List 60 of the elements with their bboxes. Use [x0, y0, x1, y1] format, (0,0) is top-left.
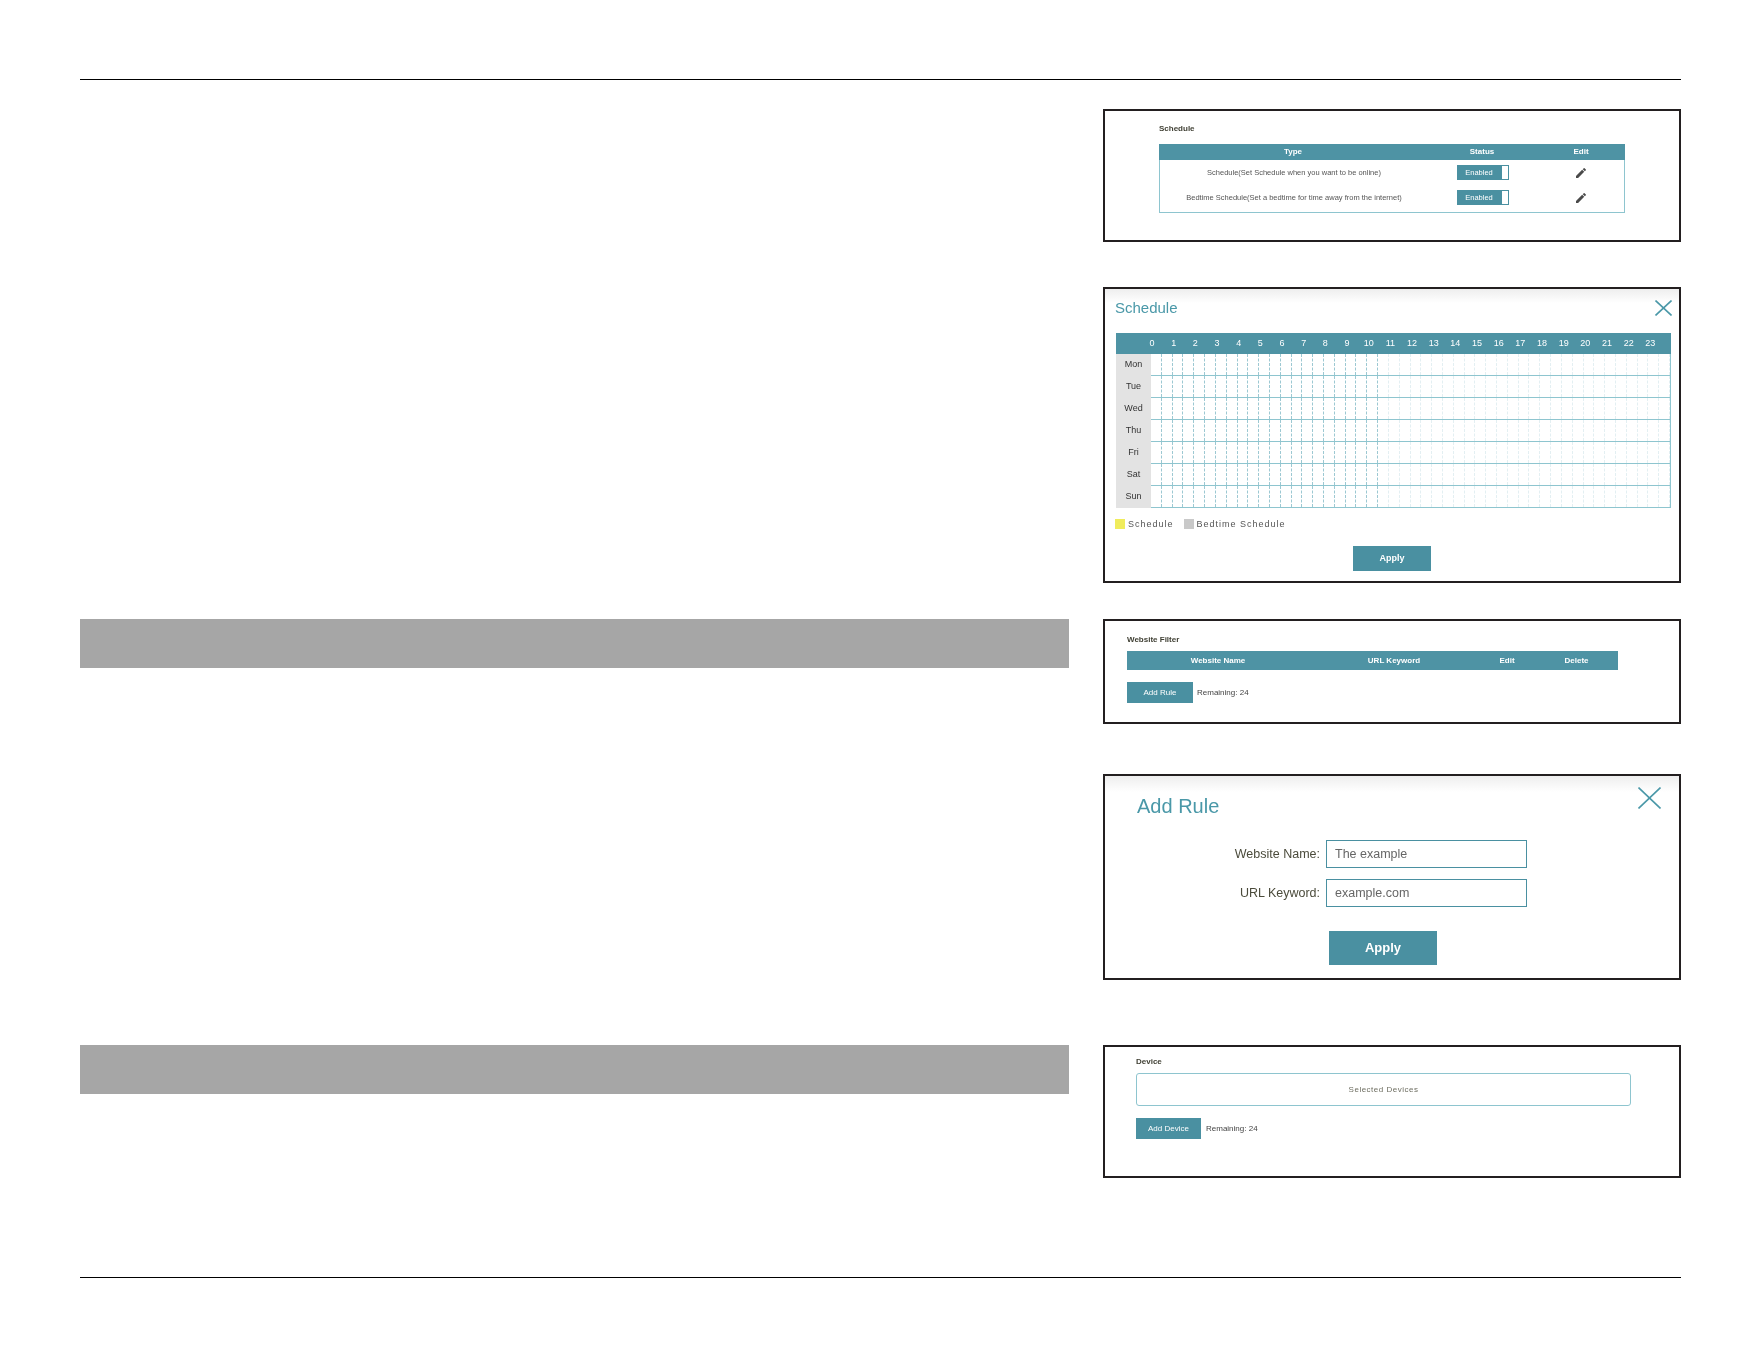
- hour-label: 18: [1537, 339, 1547, 348]
- hour-label: 8: [1322, 339, 1328, 348]
- hour-label: 21: [1602, 339, 1612, 348]
- hour-label: 5: [1257, 339, 1263, 348]
- selected-devices-box: Selected Devices: [1136, 1073, 1631, 1106]
- day-label-cell: Mon: [1116, 354, 1151, 376]
- legend-label: Schedule: [1128, 519, 1174, 529]
- dialog-title: Add Rule: [1137, 794, 1220, 818]
- hour-label: 10: [1363, 339, 1374, 348]
- panel-title: Schedule: [1159, 124, 1195, 134]
- hour-label: 13: [1428, 339, 1439, 348]
- column-header: Website Name: [1190, 656, 1246, 665]
- apply-button[interactable]: Apply: [1329, 931, 1437, 965]
- apply-button[interactable]: Apply: [1353, 546, 1431, 571]
- hour-label: 22: [1623, 339, 1634, 348]
- day-label-cell: Wed: [1116, 398, 1151, 420]
- hour-label: 19: [1558, 339, 1569, 348]
- hour-label: 17: [1515, 339, 1526, 348]
- hour-label: 2: [1192, 339, 1198, 348]
- hour-label: 11: [1385, 339, 1395, 348]
- day-label-cell: Sat: [1116, 464, 1151, 486]
- hour-label: 12: [1407, 339, 1417, 348]
- day-label-cell: Fri: [1116, 442, 1151, 464]
- hour-label: 23: [1645, 339, 1656, 348]
- column-header: URL Keyword: [1367, 656, 1421, 665]
- hour-label: 1: [1171, 339, 1177, 348]
- hour-label: 3: [1214, 339, 1220, 348]
- add-rule-button[interactable]: Add Rule: [1127, 682, 1193, 703]
- panel-title: Device: [1136, 1057, 1162, 1067]
- field-label: Website Name:: [1234, 847, 1320, 861]
- day-label-cell: Thu: [1116, 420, 1151, 442]
- remaining-count: Remaining: 24: [1206, 1122, 1258, 1135]
- hour-label: 15: [1472, 339, 1482, 348]
- hour-label: 7: [1301, 339, 1307, 348]
- close-icon[interactable]: [1638, 787, 1661, 809]
- panel-title: Website Filter: [1127, 635, 1180, 645]
- remaining-count: Remaining: 24: [1197, 686, 1249, 699]
- hour-label: 20: [1580, 339, 1591, 348]
- hour-label: 6: [1279, 339, 1285, 348]
- column-header: Delete: [1564, 656, 1589, 665]
- column-header: Status: [1469, 148, 1495, 156]
- hour-label: 14: [1450, 339, 1461, 348]
- field-label: URL Keyword:: [1239, 886, 1320, 900]
- add-device-button[interactable]: Add Device: [1136, 1118, 1201, 1139]
- hour-label: 9: [1344, 339, 1350, 348]
- text-input-field[interactable]: example.com: [1326, 879, 1527, 907]
- pencil-icon[interactable]: [1576, 192, 1586, 203]
- dialog-title: Schedule: [1115, 299, 1178, 317]
- day-label-cell: Tue: [1116, 376, 1151, 398]
- column-header: Type: [1283, 148, 1303, 156]
- close-icon[interactable]: [1655, 300, 1672, 316]
- hour-label: 0: [1149, 339, 1155, 348]
- day-label-cell: Sun: [1116, 486, 1151, 508]
- legend-label: Bedtime Schedule: [1196, 519, 1286, 529]
- hour-label: 4: [1236, 339, 1242, 348]
- column-header: Edit: [1573, 148, 1589, 156]
- text-input-field[interactable]: The example: [1326, 840, 1527, 868]
- column-header: Edit: [1499, 656, 1515, 665]
- pencil-icon[interactable]: [1576, 167, 1586, 178]
- hour-label: 16: [1493, 339, 1504, 348]
